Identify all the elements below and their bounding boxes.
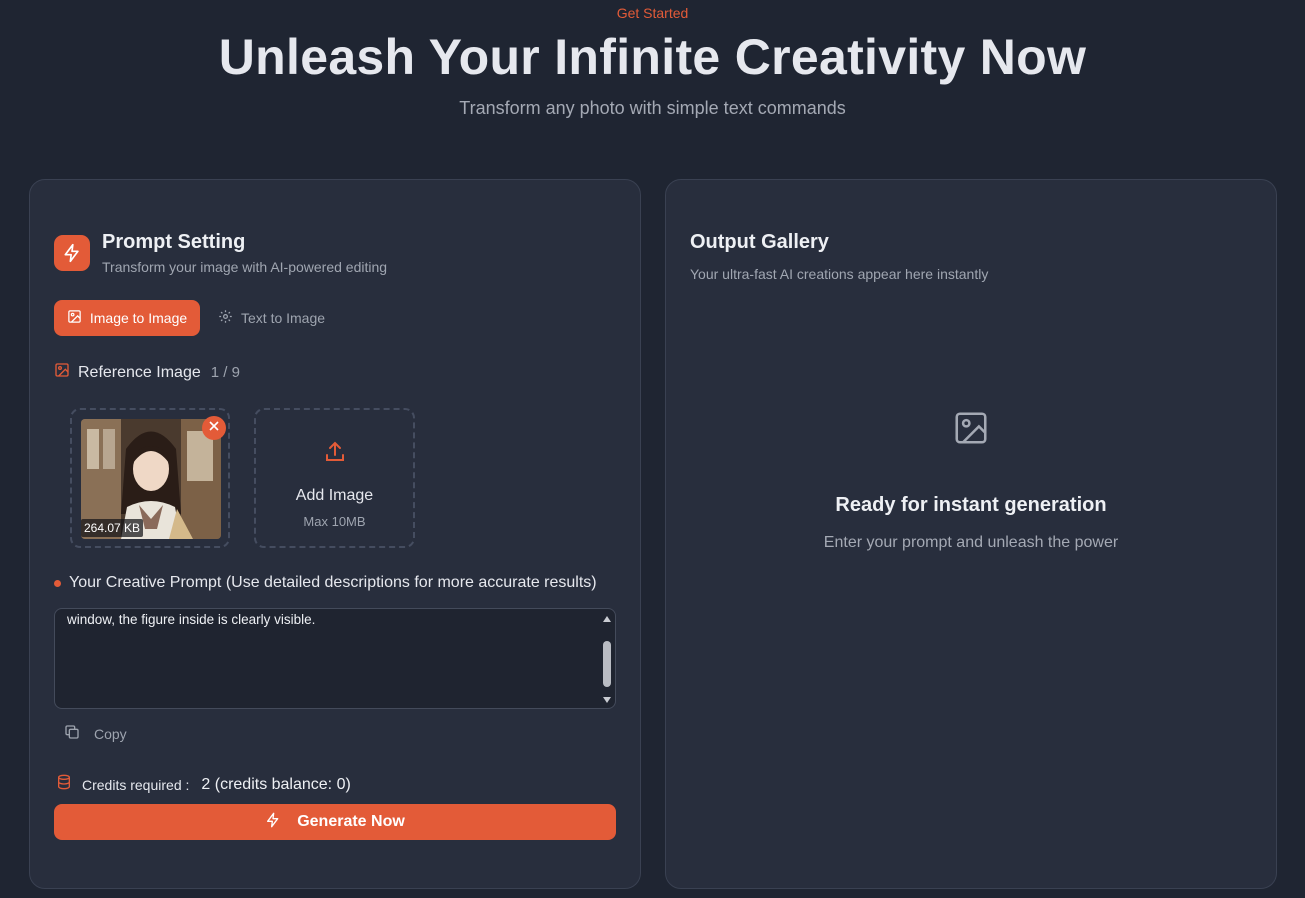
credits-label: Credits required :: [82, 776, 190, 793]
tab-label: Image to Image: [89, 310, 188, 326]
generate-now-button[interactable]: Generate Now: [54, 804, 616, 840]
prompt-label-text: Your Creative Prompt (Use detailed descr…: [69, 574, 597, 591]
credits-value: 2 (credits balance: 0): [201, 775, 351, 793]
scroll-down-arrow[interactable]: [603, 697, 611, 703]
file-size-badge: 264.07 KB: [81, 519, 144, 537]
prompt-textarea[interactable]: realistic style, in a real environment. …: [54, 608, 616, 709]
lightning-icon: [54, 235, 90, 271]
lightning-icon: [265, 812, 281, 833]
panel-subtitle: Transform your image with AI-powered edi…: [102, 259, 388, 275]
add-image-button[interactable]: Add Image Max 10MB: [254, 408, 415, 548]
upload-icon: [323, 440, 347, 469]
get-started-link[interactable]: Get Started: [0, 5, 1305, 21]
gear-icon: [218, 309, 233, 327]
output-gallery-panel: Output Gallery Your ultra-fast AI creati…: [665, 179, 1277, 889]
reference-image-count: 1 / 9: [210, 364, 240, 381]
copy-button[interactable]: Copy: [64, 724, 127, 743]
gallery-title: Output Gallery: [690, 231, 829, 253]
tab-image-to-image[interactable]: Image to Image: [54, 300, 200, 336]
prompt-text[interactable]: realistic style, in a real environment. …: [67, 609, 593, 630]
empty-state-title: Ready for instant generation: [835, 494, 1107, 516]
prompt-label: Your Creative Prompt (Use detailed descr…: [54, 574, 597, 592]
required-dot: [54, 579, 61, 587]
add-image-max-size: Max 10MB: [303, 514, 366, 529]
remove-image-button[interactable]: [202, 416, 226, 440]
empty-state-hint: Enter your prompt and unleash the power: [823, 534, 1119, 551]
prompt-setting-panel: Prompt Setting Transform your image with…: [29, 179, 641, 889]
tab-text-to-image[interactable]: Text to Image: [218, 300, 325, 336]
copy-label: Copy: [94, 725, 127, 742]
panel-title: Prompt Setting: [102, 231, 246, 253]
tab-label: Text to Image: [241, 310, 326, 326]
reference-image-header: Reference Image 1 / 9: [54, 362, 240, 383]
reference-image-label: Reference Image: [78, 363, 201, 381]
image-icon: [67, 309, 82, 327]
page-subtitle: Transform any photo with simple text com…: [459, 98, 846, 118]
copy-icon: [64, 724, 80, 743]
close-icon: [208, 419, 220, 437]
scroll-thumb[interactable]: [603, 641, 611, 687]
page-title: Unleash Your Infinite Creativity Now: [218, 29, 1087, 85]
prompt-scrollbar[interactable]: [601, 611, 613, 708]
credits-info: Credits required : 2 (credits balance: 0…: [56, 774, 351, 795]
reference-thumbnail[interactable]: 264.07 KB: [70, 408, 230, 548]
scroll-up-arrow[interactable]: [603, 616, 611, 622]
gallery-subtitle: Your ultra-fast AI creations appear here…: [690, 266, 989, 282]
image-placeholder-icon: [952, 409, 990, 452]
image-icon: [54, 362, 70, 383]
add-image-label: Add Image: [295, 487, 374, 504]
database-icon: [56, 774, 72, 795]
generate-label: Generate Now: [297, 813, 405, 830]
